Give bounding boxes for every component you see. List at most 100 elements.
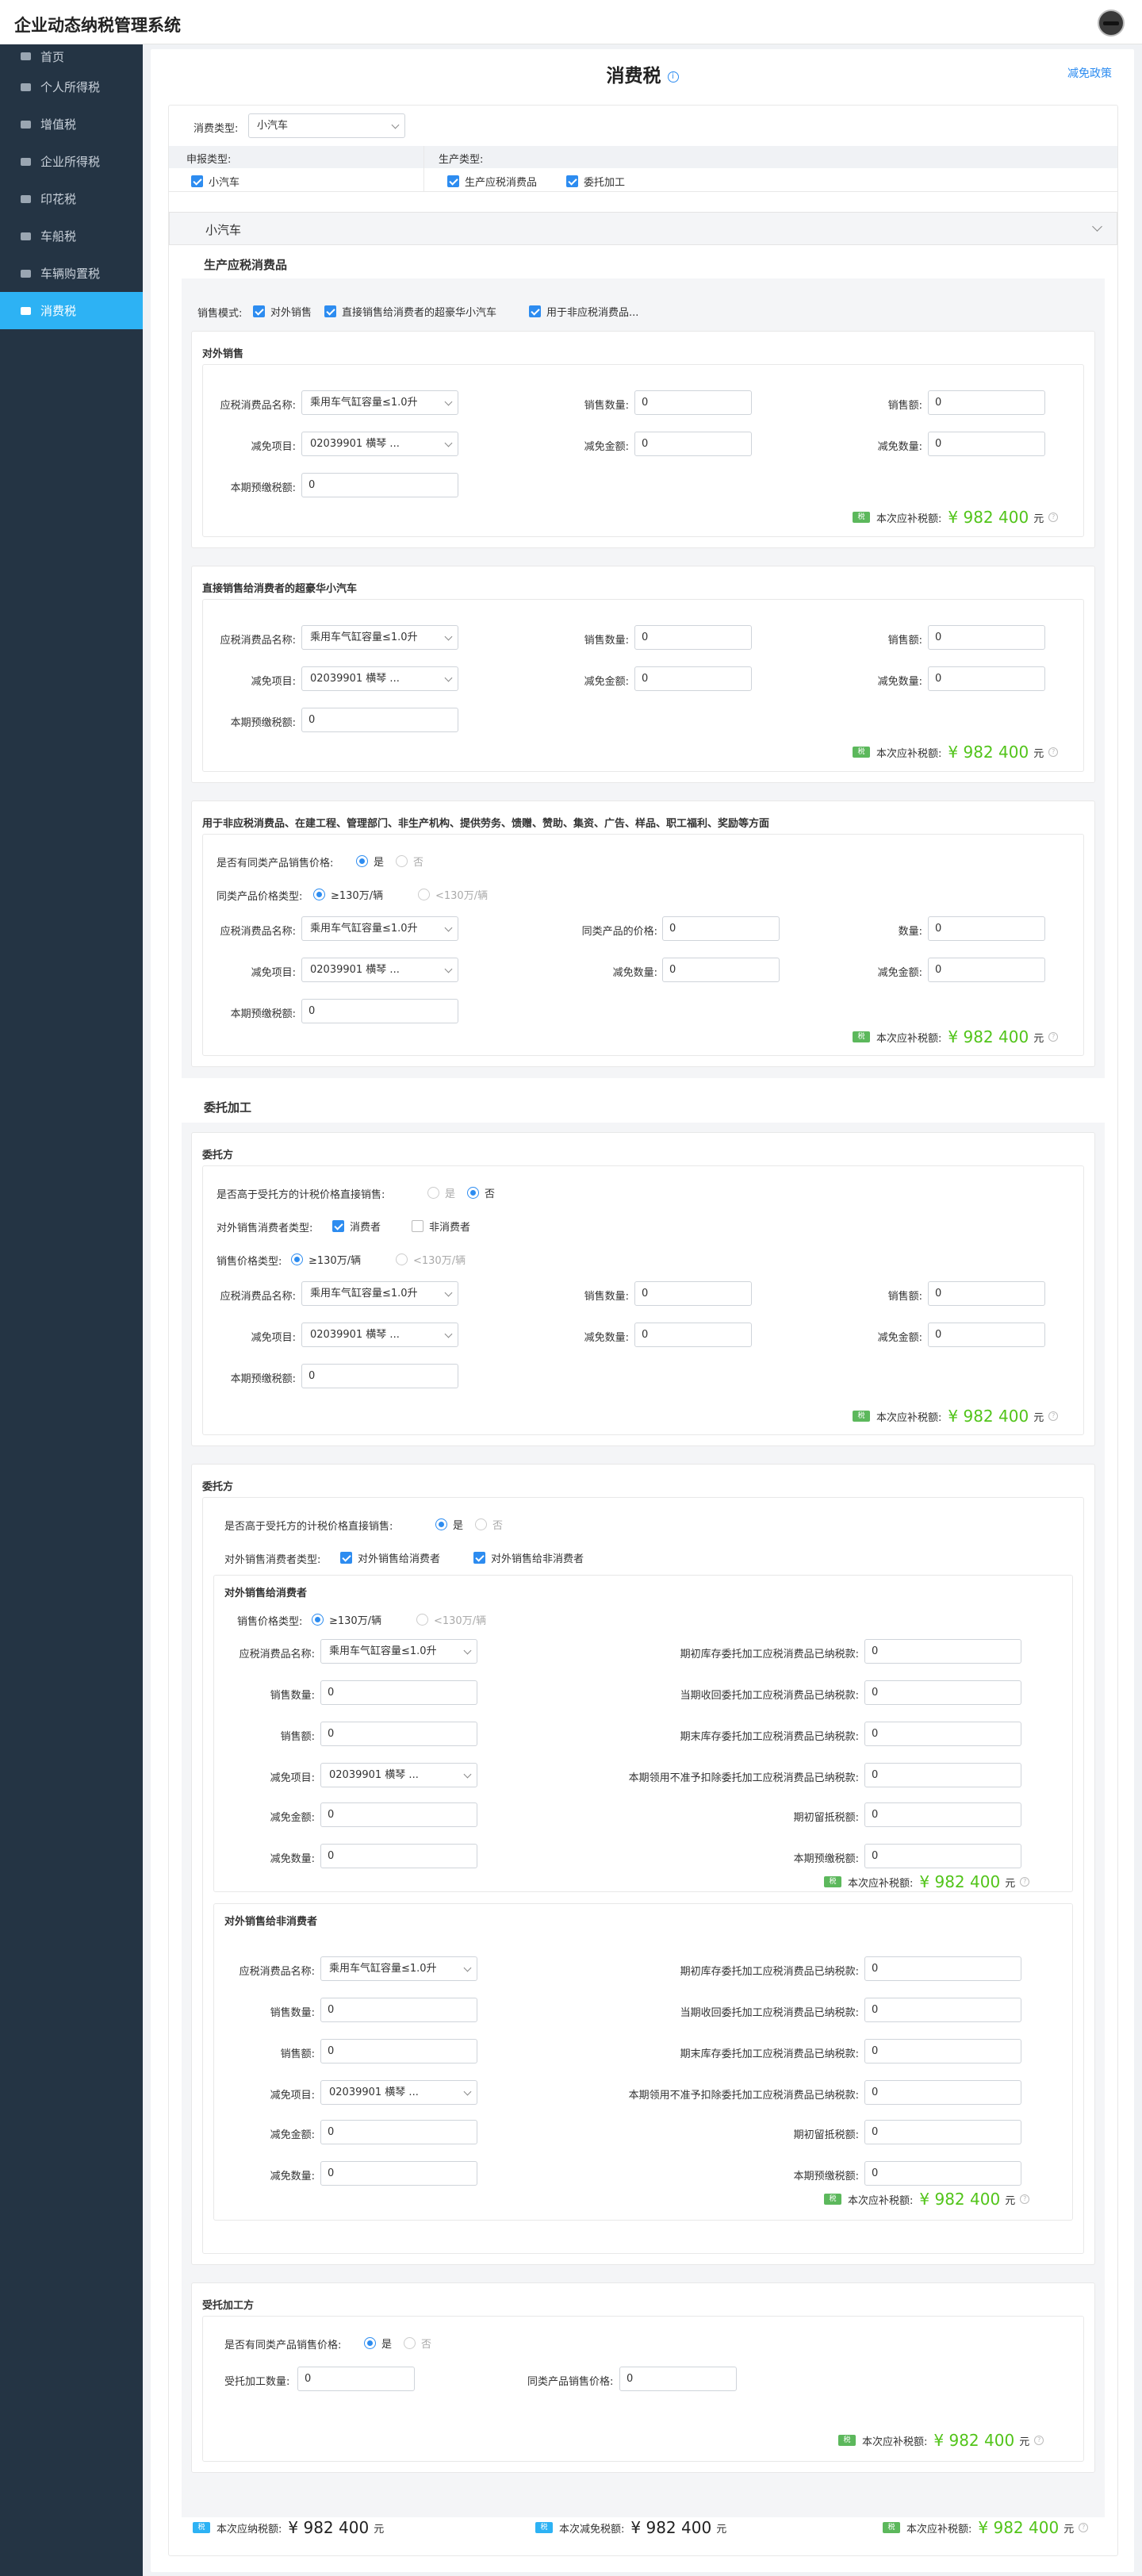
prepaid-input[interactable]: 0 (301, 473, 458, 497)
help-icon[interactable]: ? (1020, 2194, 1030, 2204)
reduction-item-select[interactable]: 02039901 横琴 ... (301, 432, 458, 456)
has-same-price-no-radio[interactable]: 否 (396, 854, 423, 869)
closing-stock-input[interactable]: 0 (864, 2039, 1021, 2063)
sales-qty-input[interactable]: 0 (634, 1281, 752, 1306)
price-lt130-radio[interactable]: <130万/辆 (396, 1252, 466, 1267)
taxable-product-select[interactable]: 乘用车气缸容量≤1.0升 (301, 916, 458, 941)
sales-qty-input[interactable]: 0 (320, 1680, 477, 1705)
is-higher-yes-radio[interactable]: 是 (435, 1517, 463, 1532)
not-deductible-input[interactable]: 0 (864, 1763, 1021, 1787)
sidebar-item-vehicle-vessel-tax[interactable]: 车船税 (0, 217, 143, 255)
help-icon[interactable]: ? (1048, 747, 1059, 757)
help-icon[interactable]: ? (1048, 1032, 1059, 1042)
current-received-input[interactable]: 0 (864, 1680, 1021, 1705)
taxable-product-select[interactable]: 乘用车气缸容量≤1.0升 (301, 390, 458, 415)
reduction-qty-input[interactable]: 0 (928, 432, 1045, 456)
price-lt130-radio[interactable]: <130万/辆 (418, 887, 488, 902)
help-icon[interactable]: ? (1048, 513, 1059, 522)
price-lt130-radio[interactable]: <130万/辆 (416, 1612, 486, 1627)
closing-stock-input[interactable]: 0 (864, 1722, 1021, 1746)
sales-qty-input[interactable]: 0 (634, 625, 752, 650)
reduction-amount-input[interactable]: 0 (634, 666, 752, 691)
reduction-amount-input[interactable]: 0 (928, 958, 1045, 982)
sales-amount-input[interactable]: 0 (320, 1722, 477, 1746)
info-icon[interactable]: i (667, 71, 679, 83)
sidebar-item-personal-income-tax[interactable]: 个人所得税 (0, 68, 143, 106)
reduction-item-select[interactable]: 02039901 横琴 ... (320, 1763, 477, 1787)
sidebar-item-vehicle-purchase-tax[interactable]: 车辆购置税 (0, 255, 143, 292)
reduction-amount-input[interactable]: 0 (928, 1323, 1045, 1347)
price-ge130-radio[interactable]: ≥130万/辆 (312, 1612, 381, 1627)
taxable-product-select[interactable]: 乘用车气缸容量≤1.0升 (320, 1956, 477, 1981)
sidebar-item-stamp-tax[interactable]: 印花税 (0, 180, 143, 217)
is-higher-yes-radio[interactable]: 是 (427, 1185, 455, 1200)
reduction-qty-input[interactable]: 0 (634, 1323, 752, 1347)
is-higher-no-radio[interactable]: 否 (475, 1517, 503, 1532)
prepaid-input[interactable]: 0 (864, 2161, 1021, 2186)
not-deductible-input[interactable]: 0 (864, 2080, 1021, 2105)
opening-retained-input[interactable]: 0 (864, 1802, 1021, 1827)
same-product-price-input[interactable]: 0 (619, 2367, 737, 2391)
reduction-item-select[interactable]: 02039901 横琴 ... (301, 1323, 458, 1347)
sidebar-item-corporate-income-tax[interactable]: 企业所得税 (0, 143, 143, 180)
consumer-checkbox[interactable]: 消费者 (332, 1219, 381, 1234)
reduction-qty-input[interactable]: 0 (320, 2161, 477, 2186)
help-icon[interactable]: ? (1020, 1877, 1030, 1887)
sales-qty-input[interactable]: 0 (634, 390, 752, 415)
reduction-qty-input[interactable]: 0 (320, 1844, 477, 1868)
sales-amount-input[interactable]: 0 (320, 2039, 477, 2063)
reduction-item-select[interactable]: 02039901 横琴 ... (301, 958, 458, 982)
to-non-consumer-checkbox[interactable]: 对外销售给非消费者 (473, 1550, 584, 1565)
current-received-input[interactable]: 0 (864, 1998, 1021, 2022)
quantity-input[interactable]: 0 (928, 916, 1045, 941)
reduction-qty-input[interactable]: 0 (928, 666, 1045, 691)
sidebar-item-vat[interactable]: 增值税 (0, 106, 143, 143)
sales-amount-input[interactable]: 0 (928, 390, 1045, 415)
reduction-qty-input[interactable]: 0 (662, 958, 780, 982)
declare-car-checkbox[interactable]: 小汽车 (191, 174, 240, 189)
taxable-product-select[interactable]: 乘用车气缸容量≤1.0升 (301, 1281, 458, 1306)
sales-mode-nontaxable-checkbox[interactable]: 用于非应税消费品... (529, 304, 638, 319)
sidebar-item-consumption-tax[interactable]: 消费税 (0, 292, 143, 329)
policy-link[interactable]: 减免政策 (1067, 65, 1112, 81)
opening-retained-input[interactable]: 0 (864, 2120, 1021, 2144)
opening-stock-input[interactable]: 0 (864, 1956, 1021, 1981)
reduction-amount-input[interactable]: 0 (634, 432, 752, 456)
prepaid-input[interactable]: 0 (864, 1844, 1021, 1868)
car-section-header[interactable] (169, 212, 1117, 245)
sales-amount-input[interactable]: 0 (928, 1281, 1045, 1306)
price-ge130-radio[interactable]: ≥130万/辆 (313, 887, 383, 902)
has-same-price-yes-radio[interactable]: 是 (356, 854, 384, 869)
prepaid-input[interactable]: 0 (301, 1364, 458, 1388)
prepaid-input[interactable]: 0 (301, 708, 458, 732)
has-same-price-no-radio[interactable]: 否 (404, 2336, 431, 2351)
sales-qty-input[interactable]: 0 (320, 1998, 477, 2022)
sales-amount-input[interactable]: 0 (928, 625, 1045, 650)
reduction-amount-input[interactable]: 0 (320, 2120, 477, 2144)
sales-mode-external-checkbox[interactable]: 对外销售 (253, 304, 312, 319)
avatar[interactable] (1098, 10, 1125, 36)
reduction-amount-input[interactable]: 0 (320, 1802, 477, 1827)
processing-qty-input[interactable]: 0 (297, 2367, 415, 2391)
prepaid-input[interactable]: 0 (301, 999, 458, 1023)
is-higher-no-radio[interactable]: 否 (467, 1185, 495, 1200)
produce-entrusted-checkbox[interactable]: 委托加工 (566, 174, 625, 189)
sidebar-item-home[interactable]: 首页 (0, 44, 143, 68)
reduction-item-select[interactable]: 02039901 横琴 ... (301, 666, 458, 691)
sales-mode-luxury-checkbox[interactable]: 直接销售给消费者的超豪华小汽车 (324, 304, 496, 319)
produce-taxable-checkbox[interactable]: 生产应税消费品 (447, 174, 537, 189)
help-icon[interactable]: ? (1034, 2436, 1044, 2445)
help-icon[interactable]: ? (1048, 1411, 1059, 1421)
taxable-product-select[interactable]: 乘用车气缸容量≤1.0升 (301, 625, 458, 650)
consumption-type-select[interactable]: 小汽车 (248, 113, 405, 138)
opening-stock-input[interactable]: 0 (864, 1639, 1021, 1664)
price-ge130-radio[interactable]: ≥130万/辆 (291, 1252, 361, 1267)
non-consumer-checkbox[interactable]: 非消费者 (412, 1219, 470, 1234)
reduction-item-select[interactable]: 02039901 横琴 ... (320, 2080, 477, 2105)
help-icon[interactable]: ? (1079, 2523, 1089, 2532)
has-same-price-yes-radio[interactable]: 是 (364, 2336, 392, 2351)
taxable-product-select[interactable]: 乘用车气缸容量≤1.0升 (320, 1639, 477, 1664)
currency-symbol: ¥ (919, 2190, 930, 2209)
to-consumer-checkbox[interactable]: 对外销售给消费者 (340, 1550, 440, 1565)
same-price-input[interactable]: 0 (662, 916, 780, 941)
